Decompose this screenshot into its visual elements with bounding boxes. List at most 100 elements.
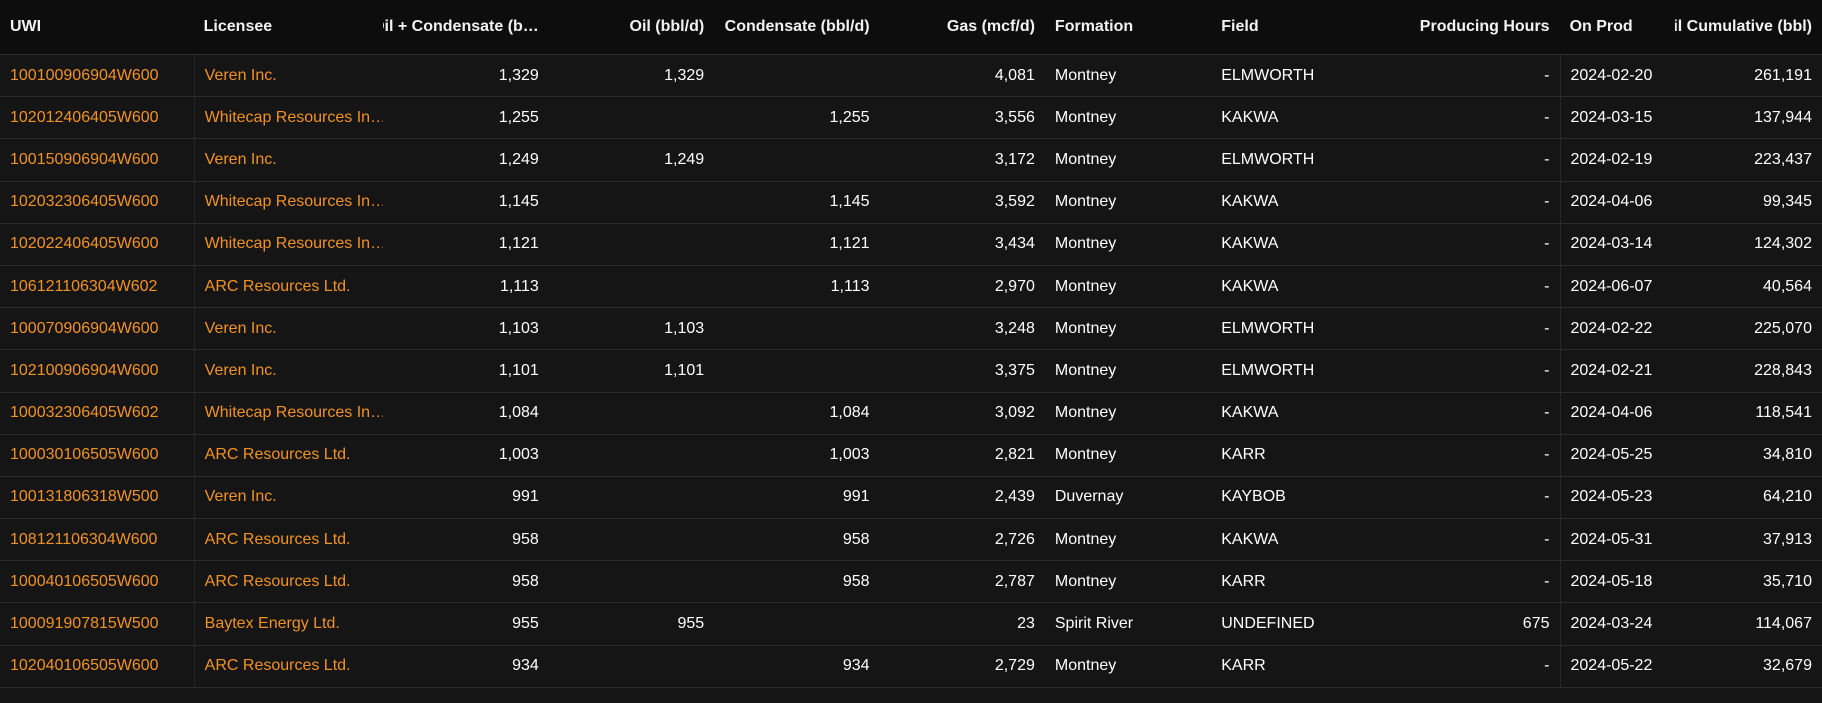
column-header-formation[interactable]: Formation — [1045, 0, 1211, 54]
cell-oil — [549, 182, 714, 223]
link-uwi[interactable]: 102100906904W600 — [0, 350, 194, 391]
table-row[interactable]: 102022406405W600 Whitecap Resources In… 1,… — [0, 223, 1822, 266]
cell-condensate: 958 — [842, 572, 870, 590]
cell-field: KARR — [1221, 446, 1266, 464]
cell-gas: 3,092 — [994, 404, 1035, 422]
link-licensee[interactable]: ARC Resources Ltd. — [193, 519, 384, 561]
link-uwi[interactable]: 100030106505W600 — [0, 435, 194, 476]
cell-gas: 3,375 — [994, 361, 1035, 379]
column-header-gas[interactable]: Gas (mcf/d) — [880, 0, 1045, 54]
table-row[interactable]: 100131806318W500 Veren Inc. 991 991 2,439 Duv… — [0, 476, 1822, 520]
column-header-on-prod[interactable]: On Prod — [1560, 0, 1676, 54]
cell-oil-cumulative: 40,564 — [1763, 277, 1812, 295]
cell-oil-cumulative: 99,345 — [1763, 193, 1812, 211]
cell-gas: 2,821 — [994, 446, 1035, 464]
table-row[interactable]: 100040106505W600 ARC Resources Ltd. 958 958… — [0, 561, 1822, 604]
cell-producing-hours: - — [1544, 319, 1550, 337]
cell-formation: Montney — [1054, 66, 1117, 84]
column-header-licensee[interactable]: Licensee — [194, 0, 384, 54]
cell-producing-hours: - — [1544, 277, 1550, 295]
link-licensee[interactable]: Veren Inc. — [193, 350, 384, 392]
cell-oil-cumulative: 37,913 — [1763, 530, 1812, 548]
column-header-oil-cond[interactable]: Oil + Condensate (b… — [383, 0, 548, 54]
link-uwi[interactable]: 102040106505W600 — [0, 646, 194, 687]
link-licensee[interactable]: Whitecap Resources In… — [193, 392, 383, 434]
cell-field: ELMWORTH — [1221, 66, 1315, 84]
link-uwi[interactable]: 102022406405W600 — [0, 224, 194, 265]
link-licensee[interactable]: ARC Resources Ltd. — [193, 645, 384, 687]
cell-on-prod: 2024-05-23 — [1559, 476, 1676, 519]
table-row[interactable]: 100070906904W600 Veren Inc. 1,103 1,103 3,24… — [0, 308, 1822, 351]
cell-oil-cond: 1,249 — [498, 150, 539, 168]
link-uwi[interactable]: 100040106505W600 — [0, 561, 194, 602]
table-row[interactable]: 102012406405W600 Whitecap Resources In… 1,… — [0, 97, 1822, 140]
table-row[interactable]: 100032306405W602 Whitecap Resources In… 1,… — [0, 392, 1822, 435]
cell-on-prod: 2024-03-15 — [1559, 97, 1676, 139]
link-uwi[interactable]: 100091907815W500 — [0, 603, 194, 644]
cell-field: ELMWORTH — [1221, 319, 1315, 337]
link-uwi[interactable]: 108121106304W600 — [0, 519, 194, 560]
table-row[interactable]: 102040106505W600 ARC Resources Ltd. 934 934… — [0, 645, 1822, 688]
cell-condensate: 1,145 — [829, 193, 870, 211]
link-licensee[interactable]: Veren Inc. — [193, 308, 384, 350]
link-uwi[interactable]: 100100906904W600 — [0, 55, 194, 96]
cell-oil-cond: 1,103 — [498, 319, 539, 337]
cell-gas: 3,172 — [994, 150, 1035, 168]
link-licensee[interactable]: Veren Inc. — [193, 139, 384, 181]
link-licensee[interactable]: ARC Resources Ltd. — [193, 561, 384, 603]
link-uwi[interactable]: 100032306405W602 — [0, 393, 194, 434]
table-row[interactable]: 106121106304W602 ARC Resources Ltd. 1,113 1… — [0, 265, 1822, 309]
cell-producing-hours: - — [1544, 361, 1550, 379]
link-licensee[interactable]: Whitecap Resources In… — [193, 97, 383, 139]
cell-on-prod: 2024-05-22 — [1559, 645, 1676, 687]
table-row[interactable]: 100150906904W600 Veren Inc. 1,249 1,249 3,17… — [0, 139, 1822, 182]
link-uwi[interactable]: 102012406405W600 — [0, 97, 194, 138]
link-licensee[interactable]: ARC Resources Ltd. — [193, 265, 384, 308]
cell-oil-cumulative: 124,302 — [1754, 235, 1812, 253]
link-licensee[interactable]: Veren Inc. — [193, 476, 384, 519]
cell-field: KAKWA — [1221, 277, 1279, 295]
cell-oil-cumulative: 64,210 — [1763, 488, 1812, 506]
cell-oil-cond: 955 — [512, 615, 539, 633]
cell-field: KARR — [1221, 657, 1266, 675]
link-uwi[interactable]: 100150906904W600 — [0, 139, 194, 180]
column-header-uwi[interactable]: UWI — [0, 0, 194, 54]
cell-oil-cumulative: 225,070 — [1754, 319, 1812, 337]
link-licensee[interactable]: Whitecap Resources In… — [193, 223, 383, 265]
cell-producing-hours: - — [1544, 446, 1550, 464]
column-header-producing-hours[interactable]: Producing Hours — [1370, 0, 1560, 54]
table-body: 100100906904W600 Veren Inc. 1,329 1,329 4,08… — [0, 55, 1822, 688]
link-licensee[interactable]: Baytex Energy Ltd. — [193, 603, 384, 645]
cell-oil-cond: 958 — [512, 572, 539, 590]
link-uwi[interactable]: 102032306405W600 — [0, 182, 194, 223]
table-row[interactable]: 100091907815W500 Baytex Energy Ltd. 955 955… — [0, 603, 1822, 646]
cell-formation: Montney — [1054, 657, 1117, 675]
link-licensee[interactable]: Whitecap Resources In… — [193, 181, 383, 223]
table-row[interactable]: 102032306405W600 Whitecap Resources In… 1,… — [0, 181, 1822, 224]
table-row[interactable]: 108121106304W600 ARC Resources Ltd. 958 958… — [0, 519, 1822, 562]
column-header-condensate[interactable]: Condensate (bbl/d) — [714, 0, 879, 54]
column-header-oil[interactable]: Oil (bbl/d) — [549, 0, 714, 54]
column-header-oil-cumulative[interactable]: Oil Cumulative (bbl) — [1675, 0, 1822, 54]
cell-formation: Montney — [1054, 277, 1117, 295]
link-uwi[interactable]: 100131806318W500 — [0, 477, 194, 518]
cell-field: KAKWA — [1221, 530, 1279, 548]
cell-oil-cond: 1,084 — [498, 404, 539, 422]
link-licensee[interactable]: Veren Inc. — [193, 55, 384, 97]
link-uwi[interactable]: 100070906904W600 — [0, 308, 194, 349]
cell-condensate: 1,255 — [829, 108, 870, 126]
cell-oil-cumulative: 223,437 — [1754, 150, 1812, 168]
column-header-field[interactable]: Field — [1211, 0, 1370, 54]
link-licensee[interactable]: ARC Resources Ltd. — [193, 434, 384, 476]
link-uwi[interactable]: 106121106304W602 — [0, 266, 194, 307]
cell-producing-hours: - — [1544, 235, 1550, 253]
table-row[interactable]: 102100906904W600 Veren Inc. 1,101 1,101 3,37… — [0, 350, 1822, 393]
cell-oil: 1,249 — [664, 150, 705, 168]
cell-condensate: 991 — [842, 488, 870, 506]
cell-oil-cond: 1,121 — [498, 235, 539, 253]
cell-producing-hours: - — [1544, 404, 1550, 422]
cell-condensate — [714, 139, 879, 180]
cell-field: KAKWA — [1221, 404, 1279, 422]
table-row[interactable]: 100100906904W600 Veren Inc. 1,329 1,329 4,08… — [0, 55, 1822, 98]
table-row[interactable]: 100030106505W600 ARC Resources Ltd. 1,003 1… — [0, 434, 1822, 477]
